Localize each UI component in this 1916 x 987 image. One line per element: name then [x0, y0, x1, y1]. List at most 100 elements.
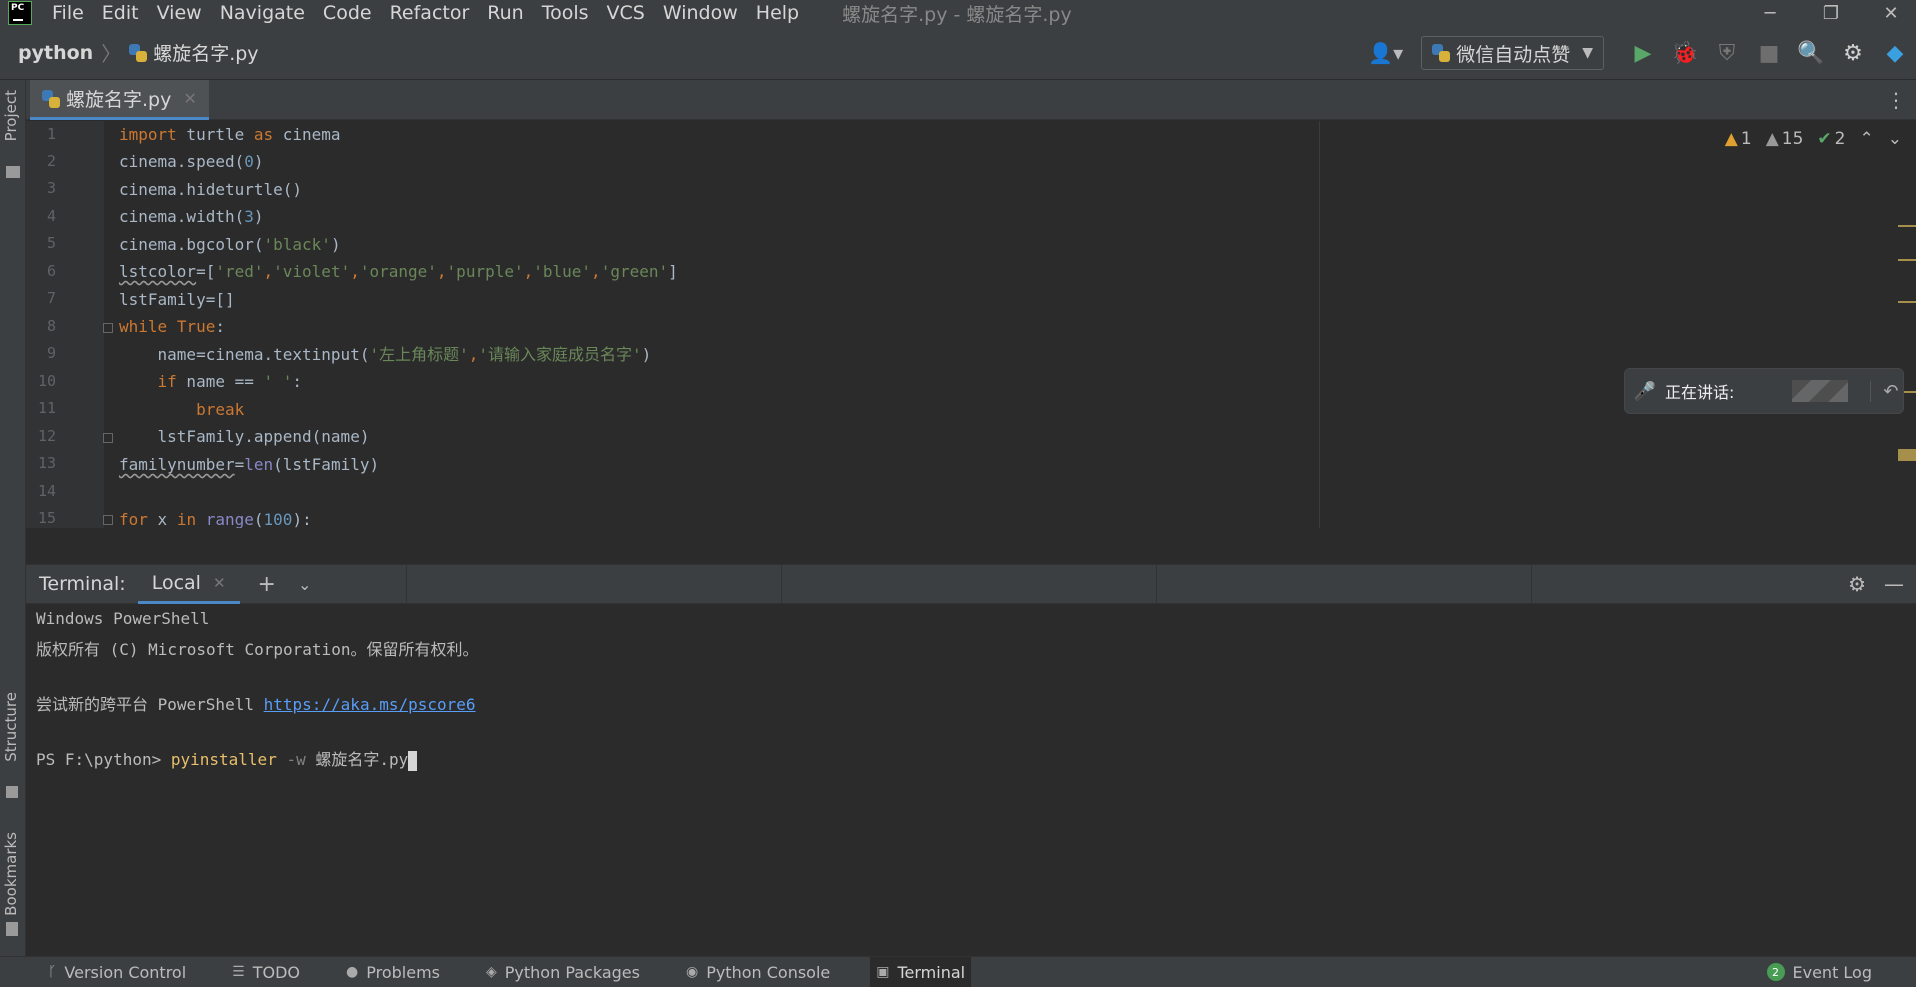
inspection-widget[interactable]: ▲ 1 ▲ 15 ✔ 2 ⌃ ⌄ — [1725, 129, 1902, 149]
separator — [1531, 565, 1532, 605]
terminal-line: Windows PowerShell — [36, 609, 210, 628]
code-line-11: break — [196, 400, 245, 419]
fold-marker-icon[interactable] — [103, 515, 113, 525]
minimize-icon[interactable]: ─ — [1745, 0, 1795, 26]
warning-count: 1 — [1740, 129, 1752, 149]
code-line-9: name=cinema.textinput('左上角标题','请输入家庭成员名字… — [119, 345, 652, 364]
next-highlight-icon[interactable]: ⌄ — [1888, 129, 1902, 149]
restore-icon[interactable]: ❐ — [1806, 0, 1856, 26]
code-line-4: cinema.width(3) — [119, 207, 264, 226]
menu-edit[interactable]: Edit — [102, 2, 139, 24]
new-terminal-icon[interactable]: + — [258, 572, 276, 597]
more-options-icon[interactable]: ⋮ — [1886, 88, 1906, 112]
code-line-2: cinema.speed(0) — [119, 152, 264, 171]
error-stripe-mark[interactable] — [1898, 301, 1916, 303]
menu-navigate[interactable]: Navigate — [220, 2, 305, 24]
run-configuration-select[interactable]: 微信自动点赞 ▼ — [1421, 36, 1604, 70]
chevron-down-icon: ▼ — [1582, 45, 1593, 61]
weak-warning-icon: ▲ — [1765, 129, 1779, 149]
list-icon: ☰ — [232, 964, 245, 980]
plugin-icon[interactable]: ◆ — [1874, 36, 1916, 70]
muted-microphone-icon[interactable]: 🎤 — [1625, 381, 1665, 402]
python-packages-tab[interactable]: ◈ Python Packages — [480, 957, 646, 987]
version-control-tab[interactable]: ᚴ Version Control — [42, 957, 192, 987]
fold-marker-icon[interactable] — [103, 323, 113, 333]
project-tool-tab[interactable]: Project — [2, 90, 20, 141]
terminal-output[interactable]: Windows PowerShell 版权所有 (C) Microsoft Co… — [26, 604, 1916, 956]
menu-file[interactable]: File — [52, 2, 84, 24]
python-console-label: Python Console — [706, 962, 831, 982]
close-window-icon[interactable]: ✕ — [1866, 0, 1916, 26]
terminal-tab[interactable]: ▣ Terminal — [870, 956, 972, 987]
hide-icon[interactable]: — — [1884, 572, 1904, 596]
breadcrumb-separator-icon: 〉 — [101, 42, 122, 66]
python-file-icon — [129, 43, 148, 62]
close-tab-icon[interactable]: ✕ — [213, 574, 226, 592]
line-number: 7 — [46, 289, 56, 307]
error-stripe-mark[interactable] — [1898, 225, 1916, 227]
voice-chat-overlay: 🎤 正在讲话: ↶ — [1624, 368, 1904, 414]
terminal-tab-local[interactable]: Local ✕ — [137, 564, 240, 604]
menu-help[interactable]: Help — [756, 2, 799, 24]
left-tool-strip: Project Structure Bookmarks — [0, 80, 26, 956]
terminal-prompt-line: PS F:\python> pyinstaller -w 螺旋名字.py — [36, 746, 418, 771]
code-line-7: lstFamily=[] — [119, 290, 235, 309]
todo-tab[interactable]: ☰ TODO — [226, 957, 306, 987]
editor-tab-label: 螺旋名字.py — [66, 89, 172, 111]
code-editor[interactable]: 1 2 3 4 5 6 7 8 9 10 11 12 13 14 15 impo… — [26, 121, 1916, 528]
voice-avatars-icon — [1792, 380, 1849, 402]
error-stripe-mark[interactable] — [1898, 449, 1916, 461]
pycharm-logo-icon: PC — [8, 1, 32, 25]
run-icon[interactable]: ▶ — [1622, 36, 1664, 70]
todo-label: TODO — [252, 962, 301, 982]
navigation-bar: python 〉 螺旋名字.py 👤▾ 微信自动点赞 ▼ ▶ 🐞 ⛨ ■ 🔍 ⚙… — [0, 26, 1916, 80]
user-icon[interactable]: 👤▾ — [1368, 41, 1403, 65]
menu-refactor[interactable]: Refactor — [390, 2, 470, 24]
pscore-link[interactable]: https://aka.ms/pscore6 — [264, 695, 476, 714]
event-log-tab[interactable]: 2 Event Log — [1766, 963, 1872, 982]
code-line-6: lstcolor=['red','violet','orange','purpl… — [119, 262, 678, 281]
search-icon[interactable]: 🔍 — [1790, 36, 1832, 70]
gear-icon[interactable]: ⚙ — [1848, 572, 1866, 596]
run-with-coverage-icon[interactable]: ⛨ — [1706, 36, 1748, 70]
terminal-argument: 螺旋名字.py — [305, 750, 409, 769]
stop-icon[interactable]: ■ — [1748, 36, 1790, 70]
python-console-tab[interactable]: ◉ Python Console — [680, 957, 836, 987]
terminal-text: 尝试新的跨平台 PowerShell — [36, 695, 264, 714]
chevron-down-icon[interactable]: ⌄ — [298, 575, 311, 594]
typo-count: 2 — [1834, 129, 1846, 149]
menu-tools[interactable]: Tools — [542, 2, 589, 24]
fold-marker-icon[interactable] — [103, 433, 113, 443]
packages-icon: ◈ — [485, 964, 497, 980]
typo-icon: ✔ — [1817, 129, 1832, 149]
menu-run[interactable]: Run — [487, 2, 523, 24]
line-number: 11 — [37, 399, 56, 417]
debug-icon[interactable]: 🐞 — [1664, 36, 1706, 70]
breadcrumb-project[interactable]: python — [18, 42, 93, 64]
menu-window[interactable]: Window — [663, 2, 738, 24]
structure-tool-tab[interactable]: Structure — [2, 692, 20, 762]
breadcrumb-file[interactable]: 螺旋名字.py — [153, 39, 258, 66]
line-number: 2 — [46, 152, 56, 170]
python-packages-label: Python Packages — [504, 962, 640, 982]
editor-tab-file[interactable]: 螺旋名字.py ✕ — [30, 80, 209, 120]
warning-icon: ▲ — [1724, 129, 1738, 149]
return-icon[interactable]: ↶ — [1870, 380, 1899, 402]
error-stripe-mark[interactable] — [1898, 259, 1916, 261]
menu-vcs[interactable]: VCS — [607, 2, 645, 24]
menu-code[interactable]: Code — [323, 2, 372, 24]
terminal-icon: ▣ — [876, 964, 890, 980]
folder-icon — [6, 166, 20, 178]
previous-highlight-icon[interactable]: ⌃ — [1860, 129, 1874, 149]
close-tab-icon[interactable]: ✕ — [183, 89, 196, 108]
menu-view[interactable]: View — [157, 2, 202, 24]
line-number: 12 — [37, 427, 56, 445]
bookmarks-tool-tab[interactable]: Bookmarks — [2, 832, 20, 916]
code-line-1: import turtle as cinema — [119, 125, 341, 144]
terminal-line: 版权所有 (C) Microsoft Corporation。保留所有权利。 — [36, 640, 479, 659]
voice-speaking-label: 正在讲话: — [1665, 383, 1735, 402]
problems-tab[interactable]: ● Problems — [340, 957, 446, 987]
editor-tab-bar: 螺旋名字.py ✕ ⋮ — [26, 80, 1916, 120]
gear-icon[interactable]: ⚙ — [1832, 36, 1874, 70]
python-file-icon — [42, 89, 60, 108]
